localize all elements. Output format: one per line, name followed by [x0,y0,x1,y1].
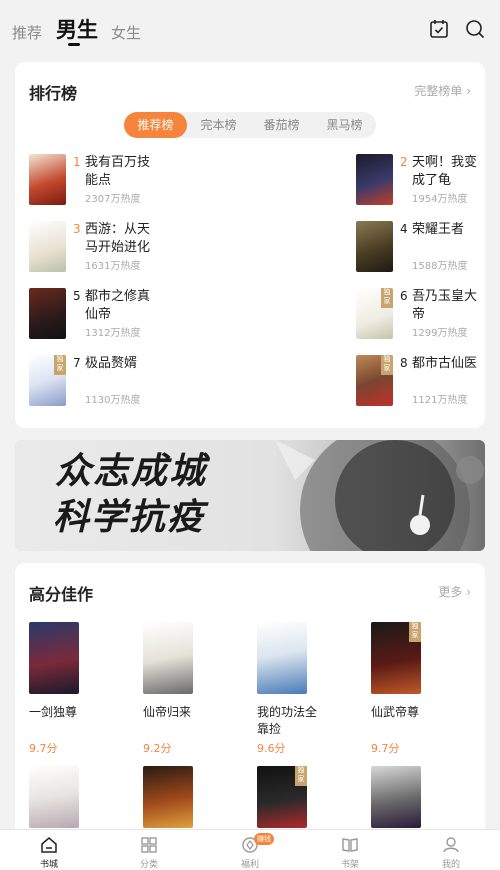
rank-number: 3 [73,222,81,236]
book-heat: 1121万热度 [412,395,468,406]
book-score: 9.2分 [143,742,172,755]
rank-number: 8 [400,356,408,370]
rank-item[interactable]: 独家 8 都市古仙医 1121万热度 [356,355,500,411]
book-title: 一剑独尊 [29,705,78,719]
book-title: 我的功法全靠捡 [257,705,318,736]
top-bar: 推荐 男生 女生 [0,0,500,58]
rank-item[interactable]: 2 天啊！我变成了龟 1954万热度 [356,154,500,210]
nav-bookstore[interactable]: 书城 [19,830,79,870]
exclusive-badge: 独家 [381,355,393,375]
book-title: 仙武帝尊 [371,705,420,719]
exclusive-badge: 独家 [54,355,66,375]
book-title: 吾乃玉皇大帝 [412,289,478,322]
rank-number: 6 [400,289,408,303]
book-cover [29,154,66,205]
nav-bookshelf[interactable]: 书架 [320,830,380,870]
nav-label: 书架 [340,860,359,870]
book-score: 9.7分 [371,742,400,755]
segment-fanqie[interactable]: 番茄榜 [250,112,313,138]
book-cover: 独家 [356,288,393,339]
book-title: 都市古仙医 [412,356,478,371]
book-cover: 独家 [29,355,66,406]
book-heat: 1312万热度 [85,328,141,339]
rank-item[interactable]: 3 西游：从天马开始进化 1631万热度 [29,221,254,277]
nav-label: 分类 [139,860,158,870]
sign-in-calendar-icon[interactable] [428,18,450,40]
exclusive-badge: 独家 [409,622,421,642]
book-heat: 1299万热度 [412,328,468,339]
book-title: 荣耀王者 [412,222,465,237]
rank-item[interactable]: 独家 7 极品赘婿 1130万热度 [29,355,254,411]
full-ranking-link[interactable]: 完整榜单 › [414,82,471,99]
rank-item[interactable]: 4 荣耀王者 1588万热度 [356,221,500,277]
more-link[interactable]: 更多 › [438,583,471,600]
book-title: 天啊！我变成了龟 [412,155,478,188]
high-rated-title: 高分佳作 [29,585,94,604]
exclusive-badge: 独家 [295,766,307,786]
rank-item[interactable]: 5 都市之修真仙帝 1312万热度 [29,288,254,344]
nav-label: 我的 [441,860,460,870]
book-cover [29,221,66,272]
segment-darkhorse[interactable]: 黑马榜 [313,112,376,138]
book-cover [143,622,193,694]
banner-illustration [275,440,484,551]
nav-profile[interactable]: 我的 [421,830,481,870]
rank-number: 1 [73,155,81,169]
book-heat: 1954万热度 [412,194,468,205]
book-cover: 独家 [257,766,307,828]
tab-recommend[interactable]: 推荐 [12,22,42,43]
active-tab-indicator [68,43,80,46]
nav-welfare[interactable]: 赚钱 福利 [220,830,280,870]
book-score: 9.6分 [257,742,286,755]
rank-number: 4 [400,222,408,236]
book-title: 西游：从天马开始进化 [85,222,151,255]
book-cover [257,622,307,694]
book-heat: 2307万热度 [85,194,141,205]
rank-number: 7 [73,356,81,370]
nav-label: 福利 [240,860,259,870]
rank-number: 5 [73,289,81,303]
promo-banner[interactable]: 众志成城 科学抗疫 [15,440,485,551]
rank-number: 2 [400,155,408,169]
book-score: 9.7分 [29,742,58,755]
tab-male[interactable]: 男生 [56,14,98,44]
book-cover: 独家 [371,622,421,694]
book-title: 极品赘婿 [85,356,138,371]
welfare-badge: 赚钱 [254,833,274,845]
book-title: 都市之修真仙帝 [85,289,151,322]
high-rated-card: 高分佳作 更多 › 一剑独尊 9.7分 仙帝归来 9.2分 我的功法全靠捡 9.… [15,563,485,863]
book-heat: 1130万热度 [85,395,141,406]
book-heat: 1631万热度 [85,261,141,272]
book-cover [29,622,79,694]
tab-female[interactable]: 女生 [111,22,141,43]
nav-label: 书城 [39,860,58,870]
search-icon[interactable] [464,18,486,40]
rank-item[interactable]: 1 我有百万技能点 2307万热度 [29,154,254,210]
book-cover [356,221,393,272]
exclusive-badge: 独家 [381,288,393,308]
book-cover [371,766,421,828]
segment-completed[interactable]: 完本榜 [187,112,250,138]
book-cover [29,288,66,339]
book-heat: 1588万热度 [412,261,468,272]
book-cover: 独家 [356,355,393,406]
rank-item[interactable]: 独家 6 吾乃玉皇大帝 1299万热度 [356,288,500,344]
book-title: 我有百万技能点 [85,155,151,188]
segment-recommend[interactable]: 推荐榜 [124,112,187,138]
home-icon [41,837,57,853]
book-cover [356,154,393,205]
book-icon [342,838,358,852]
bottom-nav: 书城 分类 赚钱 福利 书架 我的 [0,829,500,870]
grid-icon [141,837,157,853]
ranking-segments: 推荐榜 完本榜 番茄榜 黑马榜 [124,112,376,138]
ranking-title: 排行榜 [29,84,78,103]
ranking-card: 排行榜 完整榜单 › 推荐榜 完本榜 番茄榜 黑马榜 1 我有百万技能点 230… [15,62,485,428]
book-cover [143,766,193,828]
book-cover [29,766,79,828]
user-icon [443,837,459,853]
nav-category[interactable]: 分类 [119,830,179,870]
book-title: 仙帝归来 [143,705,192,719]
